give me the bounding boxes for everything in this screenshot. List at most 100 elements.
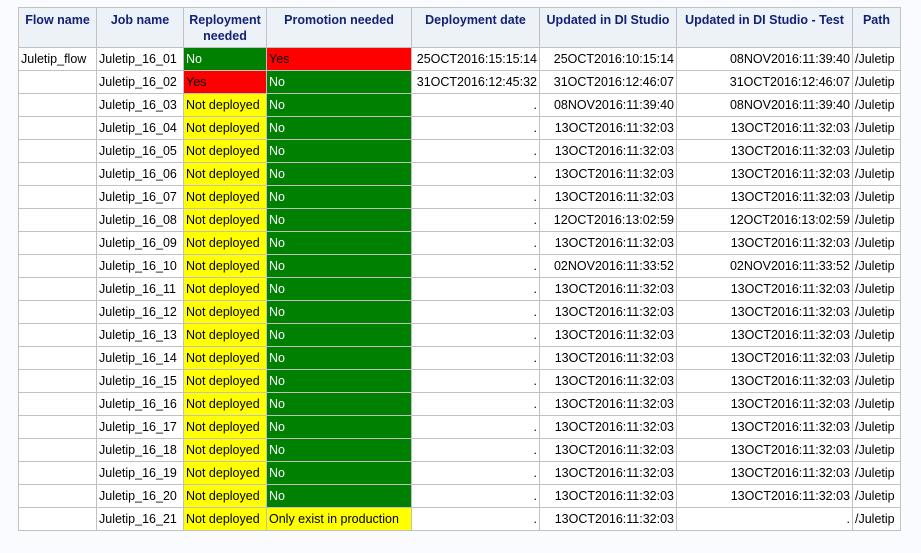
flow-name-cell xyxy=(19,462,96,484)
table-body: Juletip_flow Juletip_16_01 No Yes 25OCT2016:… xyxy=(19,48,900,530)
promotion-needed-cell: No xyxy=(267,393,411,415)
reployment-needed-cell: Not deployed xyxy=(184,255,266,277)
reployment-needed-cell: Not deployed xyxy=(184,393,266,415)
updated-di-studio-test-cell: 13OCT2016:11:32:03 xyxy=(677,186,852,208)
table-row: Juletip_16_04 Not deployed No. 13OCT2016:11… xyxy=(19,117,900,139)
flow-name-cell xyxy=(19,232,96,254)
table-row: Juletip_16_12 Not deployed No. 13OCT2016:11… xyxy=(19,301,900,323)
deployment-date-cell: . xyxy=(412,232,539,254)
reployment-needed-cell: Not deployed xyxy=(184,347,266,369)
column-header-updated-di-studio-test: Updated in DI Studio - Test xyxy=(677,8,852,47)
table-row: Juletip_16_20 Not deployed No. 13OCT2016:11… xyxy=(19,485,900,507)
job-name-cell: Juletip_16_11 xyxy=(97,278,183,300)
updated-di-studio-test-cell: 13OCT2016:11:32:03 xyxy=(677,462,852,484)
updated-di-studio-test-cell: 13OCT2016:11:32:03 xyxy=(677,301,852,323)
path-cell: /Juletip xyxy=(853,71,900,93)
deployment-date-cell: . xyxy=(412,94,539,116)
flow-name-cell xyxy=(19,94,96,116)
path-cell: /Juletip xyxy=(853,278,900,300)
flow-name-cell xyxy=(19,209,96,231)
flow-name-cell xyxy=(19,278,96,300)
table-row: Juletip_16_19 Not deployed No. 13OCT2016:11… xyxy=(19,462,900,484)
promotion-needed-cell: Only exist in production xyxy=(267,508,411,530)
updated-di-studio-test-cell: 13OCT2016:11:32:03 xyxy=(677,416,852,438)
promotion-needed-cell: No xyxy=(267,324,411,346)
job-name-cell: Juletip_16_14 xyxy=(97,347,183,369)
path-cell: /Juletip xyxy=(853,163,900,185)
reployment-needed-cell: Not deployed xyxy=(184,462,266,484)
job-name-cell: Juletip_16_16 xyxy=(97,393,183,415)
path-cell: /Juletip xyxy=(853,232,900,254)
updated-di-studio-cell: 13OCT2016:11:32:03 xyxy=(540,301,676,323)
updated-di-studio-cell: 13OCT2016:11:32:03 xyxy=(540,370,676,392)
job-name-cell: Juletip_16_01 xyxy=(97,48,183,70)
updated-di-studio-test-cell: 13OCT2016:11:32:03 xyxy=(677,370,852,392)
updated-di-studio-cell: 02NOV2016:11:33:52 xyxy=(540,255,676,277)
reployment-needed-cell: Not deployed xyxy=(184,186,266,208)
flow-name-cell xyxy=(19,186,96,208)
header-row: Flow name Job name Reployment needed Pro… xyxy=(19,8,900,47)
job-name-cell: Juletip_16_09 xyxy=(97,232,183,254)
updated-di-studio-cell: 25OCT2016:10:15:14 xyxy=(540,48,676,70)
table-row: Juletip_16_07 Not deployed No. 13OCT2016:11… xyxy=(19,186,900,208)
reployment-needed-cell: No xyxy=(184,48,266,70)
updated-di-studio-test-cell: 13OCT2016:11:32:03 xyxy=(677,393,852,415)
deployment-date-cell: . xyxy=(412,393,539,415)
flow-name-cell xyxy=(19,301,96,323)
promotion-needed-cell: No xyxy=(267,163,411,185)
promotion-needed-cell: No xyxy=(267,462,411,484)
deployment-date-cell: . xyxy=(412,278,539,300)
column-header-path: Path xyxy=(853,8,900,47)
job-name-cell: Juletip_16_05 xyxy=(97,140,183,162)
updated-di-studio-cell: 13OCT2016:11:32:03 xyxy=(540,163,676,185)
promotion-needed-cell: No xyxy=(267,439,411,461)
reployment-needed-cell: Not deployed xyxy=(184,416,266,438)
deployment-date-cell: . xyxy=(412,347,539,369)
promotion-needed-cell: Yes xyxy=(267,48,411,70)
deployment-date-cell: . xyxy=(412,508,539,530)
deployment-date-cell: . xyxy=(412,324,539,346)
promotion-needed-cell: No xyxy=(267,71,411,93)
deployment-date-cell: 25OCT2016:15:15:14 xyxy=(412,48,539,70)
column-header-flow-name: Flow name xyxy=(19,8,96,47)
updated-di-studio-test-cell: 13OCT2016:11:32:03 xyxy=(677,324,852,346)
table-row: Juletip_16_17 Not deployed No. 13OCT2016:11… xyxy=(19,416,900,438)
deployment-date-cell: . xyxy=(412,370,539,392)
table-row: Juletip_16_11 Not deployed No. 13OCT2016:11… xyxy=(19,278,900,300)
deployment-date-cell: . xyxy=(412,209,539,231)
updated-di-studio-test-cell: 13OCT2016:11:32:03 xyxy=(677,163,852,185)
flow-name-cell xyxy=(19,416,96,438)
updated-di-studio-cell: 13OCT2016:11:32:03 xyxy=(540,278,676,300)
path-cell: /Juletip xyxy=(853,117,900,139)
job-name-cell: Juletip_16_08 xyxy=(97,209,183,231)
flow-name-cell xyxy=(19,485,96,507)
updated-di-studio-test-cell: 08NOV2016:11:39:40 xyxy=(677,94,852,116)
updated-di-studio-test-cell: 31OCT2016:12:46:07 xyxy=(677,71,852,93)
path-cell: /Juletip xyxy=(853,439,900,461)
reployment-needed-cell: Not deployed xyxy=(184,163,266,185)
table-row: Juletip_flow Juletip_16_01 No Yes 25OCT2016:… xyxy=(19,48,900,70)
deployment-status-table: Flow name Job name Reployment needed Pro… xyxy=(18,7,901,531)
table-row: Juletip_16_13 Not deployed No. 13OCT2016:11… xyxy=(19,324,900,346)
path-cell: /Juletip xyxy=(853,48,900,70)
path-cell: /Juletip xyxy=(853,416,900,438)
deployment-date-cell: . xyxy=(412,439,539,461)
reployment-needed-cell: Not deployed xyxy=(184,278,266,300)
table-row: Juletip_16_08 Not deployed No. 12OCT2016:13… xyxy=(19,209,900,231)
table-row: Juletip_16_03 Not deployed No. 08NOV2016:11… xyxy=(19,94,900,116)
job-name-cell: Juletip_16_03 xyxy=(97,94,183,116)
path-cell: /Juletip xyxy=(853,393,900,415)
job-name-cell: Juletip_16_02 xyxy=(97,71,183,93)
flow-name-cell xyxy=(19,347,96,369)
job-name-cell: Juletip_16_04 xyxy=(97,117,183,139)
reployment-needed-cell: Not deployed xyxy=(184,439,266,461)
job-name-cell: Juletip_16_21 xyxy=(97,508,183,530)
job-name-cell: Juletip_16_07 xyxy=(97,186,183,208)
reployment-needed-cell: Not deployed xyxy=(184,140,266,162)
updated-di-studio-test-cell: 13OCT2016:11:32:03 xyxy=(677,278,852,300)
deployment-date-cell: . xyxy=(412,186,539,208)
updated-di-studio-cell: 12OCT2016:13:02:59 xyxy=(540,209,676,231)
updated-di-studio-cell: 13OCT2016:11:32:03 xyxy=(540,393,676,415)
updated-di-studio-test-cell: . xyxy=(677,508,852,530)
promotion-needed-cell: No xyxy=(267,370,411,392)
